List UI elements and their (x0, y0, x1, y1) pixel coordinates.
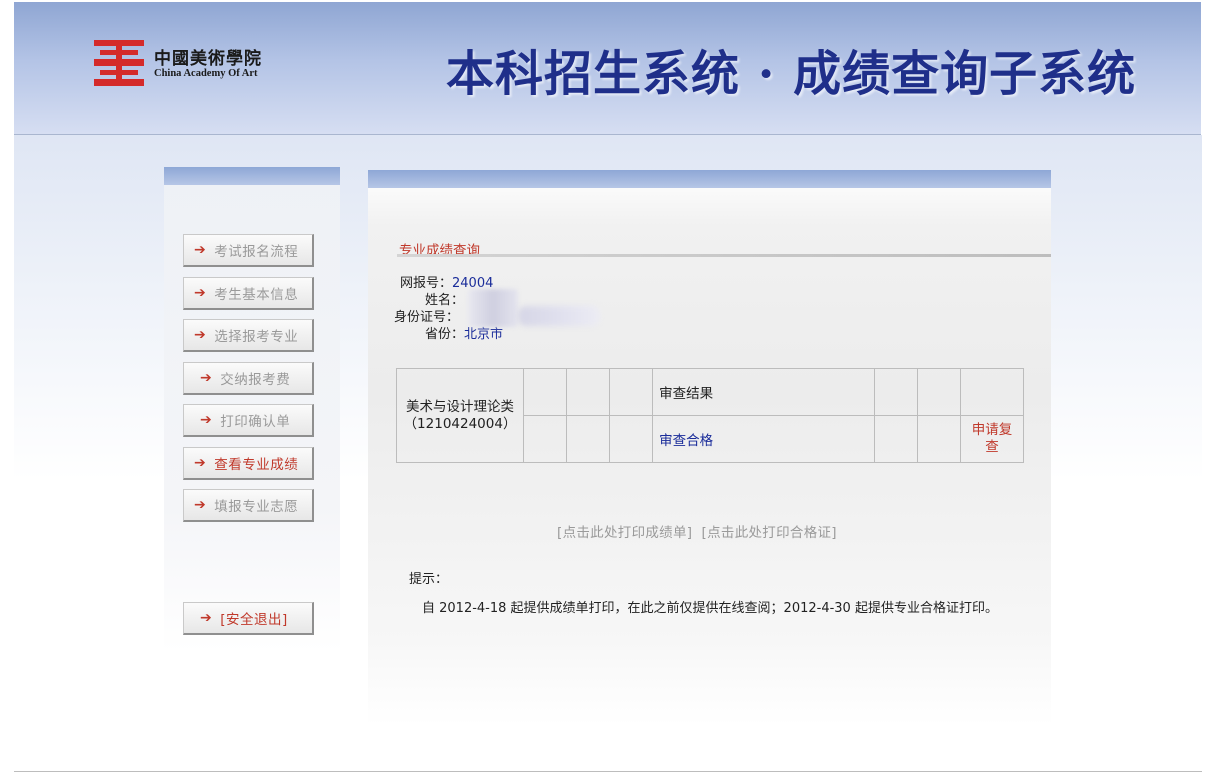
sidebar-item-label: 打印确认单 (220, 414, 291, 430)
sidebar-item-label: 交纳报考费 (220, 372, 291, 388)
sidebar-item-fill-preferences[interactable]: ➔ 填报专业志愿 (183, 489, 314, 522)
score-table: 美术与设计理论类 （1210424004） 审查结果 审查合格 申请复查 (396, 368, 1024, 463)
arrow-right-icon: ➔ (194, 327, 207, 343)
print-score-sheet-link[interactable]: [点击此处打印成绩单] (557, 525, 692, 541)
sidebar-item-exam-registration-flow[interactable]: ➔ 考试报名流程 (183, 234, 314, 267)
print-certificate-link[interactable]: [点击此处打印合格证] (702, 525, 837, 541)
table-cell (873, 368, 918, 416)
review-result-value: 审查合格 (652, 415, 875, 463)
tip-label: 提示： (409, 572, 449, 587)
sidebar-item-pay-fee[interactable]: ➔ 交纳报考费 (183, 362, 314, 395)
redaction-blur (468, 289, 518, 327)
arrow-right-icon: ➔ (194, 242, 207, 258)
logo: 中國美術學院 China Academy Of Art (94, 38, 304, 90)
main-top-bar (368, 170, 1051, 188)
sidebar-item-select-major[interactable]: ➔ 选择报考专业 (183, 319, 314, 352)
logout-label: [安全退出] (220, 612, 288, 628)
apply-recheck-link[interactable]: 申请复查 (960, 415, 1024, 463)
province-label: 省份： (425, 327, 465, 342)
sidebar-top-bar (164, 167, 340, 185)
table-cell (960, 368, 1024, 416)
arrow-right-icon: ➔ (200, 412, 213, 428)
logo-mark-icon (94, 40, 144, 86)
arrow-right-icon: ➔ (194, 497, 207, 513)
logo-chinese-name: 中國美術學院 (154, 49, 262, 69)
sidebar-item-print-confirmation[interactable]: ➔ 打印确认单 (183, 404, 314, 437)
sidebar-item-label: 选择报考专业 (214, 329, 299, 345)
subject-cell: 美术与设计理论类 （1210424004） (396, 368, 524, 463)
sidebar: ➔ 考试报名流程 ➔ 考生基本信息 ➔ 选择报考专业 ➔ 交纳报考费 ➔ 打印确… (164, 167, 340, 652)
table-cell (916, 368, 962, 416)
section-divider (397, 254, 1051, 257)
logo-english-name: China Academy Of Art (154, 68, 258, 79)
sidebar-item-label: 查看专业成绩 (214, 457, 299, 473)
review-result-header: 审查结果 (652, 368, 875, 416)
system-title: 本科招生系统 · 成绩查询子系统 (446, 46, 1137, 102)
sidebar-item-label: 考试报名流程 (214, 244, 299, 260)
redaction-blur (518, 306, 600, 326)
table-cell (566, 415, 611, 463)
logout-button[interactable]: ➔ [安全退出] (183, 602, 314, 635)
table-cell (609, 415, 654, 463)
subject-name: 美术与设计理论类 (406, 398, 514, 415)
sidebar-item-label: 考生基本信息 (214, 287, 299, 303)
tip-text: 自 2012-4-18 起提供成绩单打印，在此之前仅提供在线查阅；2012-4-… (409, 600, 1009, 617)
tip-text-content: 自 2012-4-18 起提供成绩单打印，在此之前仅提供在线查阅；2012-4-… (422, 601, 998, 616)
arrow-right-icon: ➔ (194, 285, 207, 301)
subject-code: （1210424004） (403, 415, 517, 432)
header: 中國美術學院 China Academy Of Art 本科招生系统 · 成绩查… (14, 2, 1201, 135)
arrow-right-icon: ➔ (200, 370, 213, 386)
print-links: [点击此处打印成绩单] [点击此处打印合格证] (557, 521, 837, 541)
arrow-right-icon: ➔ (200, 610, 213, 626)
table-cell (609, 368, 654, 416)
table-cell (916, 415, 962, 463)
arrow-right-icon: ➔ (194, 455, 207, 471)
main-panel: 专业成绩查询 网报号：24004 姓名： 身份证号： 省份：北京市 美术与设计理… (368, 170, 1051, 726)
table-cell (566, 368, 611, 416)
sidebar-item-label: 填报专业志愿 (214, 499, 299, 515)
province-value: 北京市 (464, 327, 504, 342)
table-row: 美术与设计理论类 （1210424004） 审查结果 (396, 368, 1024, 463)
table-cell (522, 368, 568, 416)
table-cell (522, 415, 568, 463)
table-cell (873, 415, 918, 463)
sidebar-item-basic-info[interactable]: ➔ 考生基本信息 (183, 277, 314, 310)
sidebar-item-view-scores[interactable]: ➔ 查看专业成绩 (183, 447, 314, 480)
footer-divider (14, 771, 1202, 772)
